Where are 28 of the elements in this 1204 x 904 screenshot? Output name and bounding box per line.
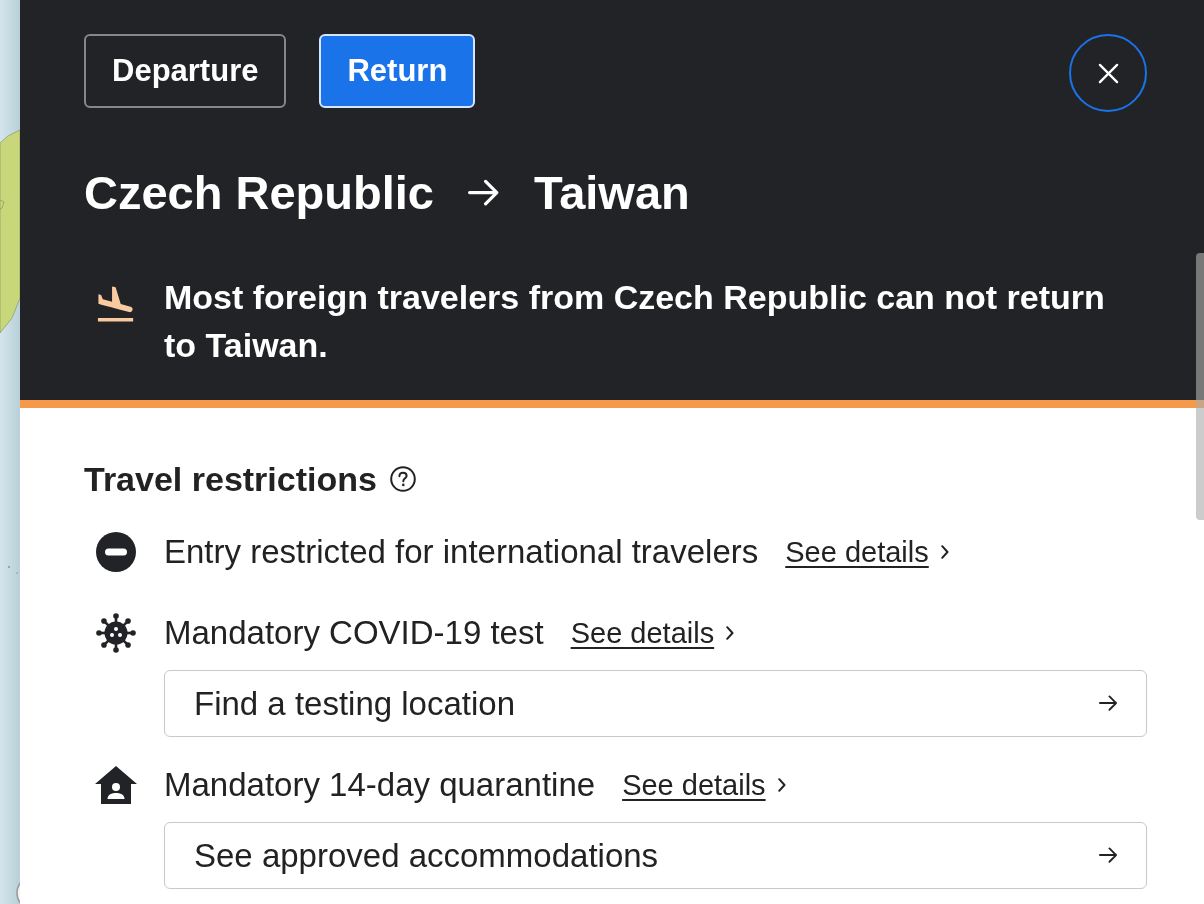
section-heading: Travel restrictions — [84, 459, 377, 499]
chevron-right-icon — [726, 626, 735, 640]
direction-tab[interactable]: Departure — [84, 34, 287, 108]
restriction-text: Mandatory COVID-19 test — [164, 613, 544, 653]
restriction-text: Entry restricted for international travelers — [164, 532, 759, 572]
alert-message: Most foreign travelers from Czech Republic can not return to Taiwan. — [164, 277, 1106, 366]
see-details-link[interactable]: See details — [785, 535, 949, 569]
virus-icon — [96, 613, 136, 653]
minus-circle-icon — [96, 532, 136, 572]
help-icon[interactable] — [389, 466, 416, 492]
close-button[interactable] — [1069, 34, 1147, 112]
restriction-text: Mandatory 14-day quarantine — [164, 765, 596, 805]
scrollbar-thumb[interactable] — [1196, 253, 1204, 520]
see-details-link[interactable]: See details — [570, 616, 735, 650]
plane-landing-icon — [97, 285, 135, 323]
direction-tab[interactable]: Return — [319, 34, 476, 108]
arrow-right-icon — [1099, 695, 1118, 712]
origin-country: Czech Republic — [84, 166, 434, 219]
action-button[interactable]: See approved accommodations — [164, 822, 1147, 889]
arrow-right-icon — [467, 178, 500, 207]
arrow-right-icon — [1099, 847, 1118, 864]
chevron-right-icon — [777, 778, 786, 792]
see-details-link[interactable]: See details — [622, 768, 786, 802]
action-button[interactable]: Find a testing location — [164, 670, 1147, 737]
house-person-icon — [94, 765, 138, 805]
close-icon — [1097, 62, 1119, 84]
chevron-right-icon — [940, 545, 949, 559]
destination-country: Taiwan — [533, 166, 690, 219]
